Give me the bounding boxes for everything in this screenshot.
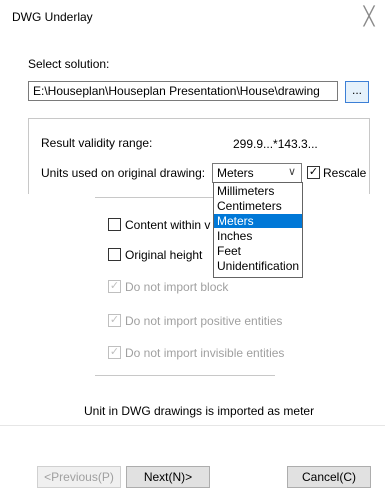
browse-button[interactable]: ... [345, 81, 369, 103]
no-block-label: Do not import block [125, 280, 229, 294]
units-option-inches[interactable]: Inches [214, 229, 302, 243]
group-left-border [28, 118, 29, 194]
info-message: Unit in DWG drawings is imported as mete… [84, 404, 315, 418]
units-option-meters[interactable]: Meters [214, 214, 302, 228]
solution-path-input[interactable]: E:\Houseplan\Houseplan Presentation\Hous… [28, 81, 338, 101]
content-within-label: Content within v [125, 218, 211, 232]
inner-separator-bottom [95, 375, 275, 376]
no-invisible-checkbox[interactable]: ✓ [108, 346, 121, 359]
rescale-checkbox[interactable]: ✓ [307, 166, 320, 179]
units-dropdown-list: Millimeters Centimeters Meters Inches Fe… [213, 182, 303, 278]
no-block-checkbox[interactable]: ✓ [108, 280, 121, 293]
rescale-label: Rescale [323, 166, 367, 180]
content-within-checkbox[interactable] [108, 218, 121, 231]
close-icon[interactable]: ╳ [360, 7, 378, 25]
cancel-button[interactable]: Cancel(C) [287, 466, 371, 488]
group-right-border [369, 118, 370, 194]
no-positive-checkbox[interactable]: ✓ [108, 314, 121, 327]
group-top-border [28, 118, 370, 119]
original-height-label: Original height [125, 248, 203, 262]
units-option-centimeters[interactable]: Centimeters [214, 199, 302, 213]
no-invisible-label: Do not import invisible entities [125, 346, 285, 360]
units-option-feet[interactable]: Feet [214, 244, 302, 258]
previous-button[interactable]: <Previous(P) [37, 466, 121, 488]
chevron-down-icon: ∨ [287, 166, 296, 178]
window-title: DWG Underlay [12, 10, 93, 24]
units-option-unidentification[interactable]: Unidentification [214, 259, 302, 273]
units-select[interactable]: Meters ∨ [212, 163, 302, 183]
units-option-millimeters[interactable]: Millimeters [214, 184, 302, 198]
select-solution-label: Select solution: [28, 57, 110, 71]
footer-separator [0, 425, 385, 426]
validity-value: 299.9...*143.3... [233, 137, 318, 151]
units-label: Units used on original drawing: [41, 166, 206, 180]
validity-label: Result validity range: [41, 136, 153, 150]
original-height-checkbox[interactable] [108, 248, 121, 261]
next-button[interactable]: Next(N)> [126, 466, 210, 488]
units-selected-value: Meters [217, 166, 254, 180]
no-positive-label: Do not import positive entities [125, 314, 283, 328]
